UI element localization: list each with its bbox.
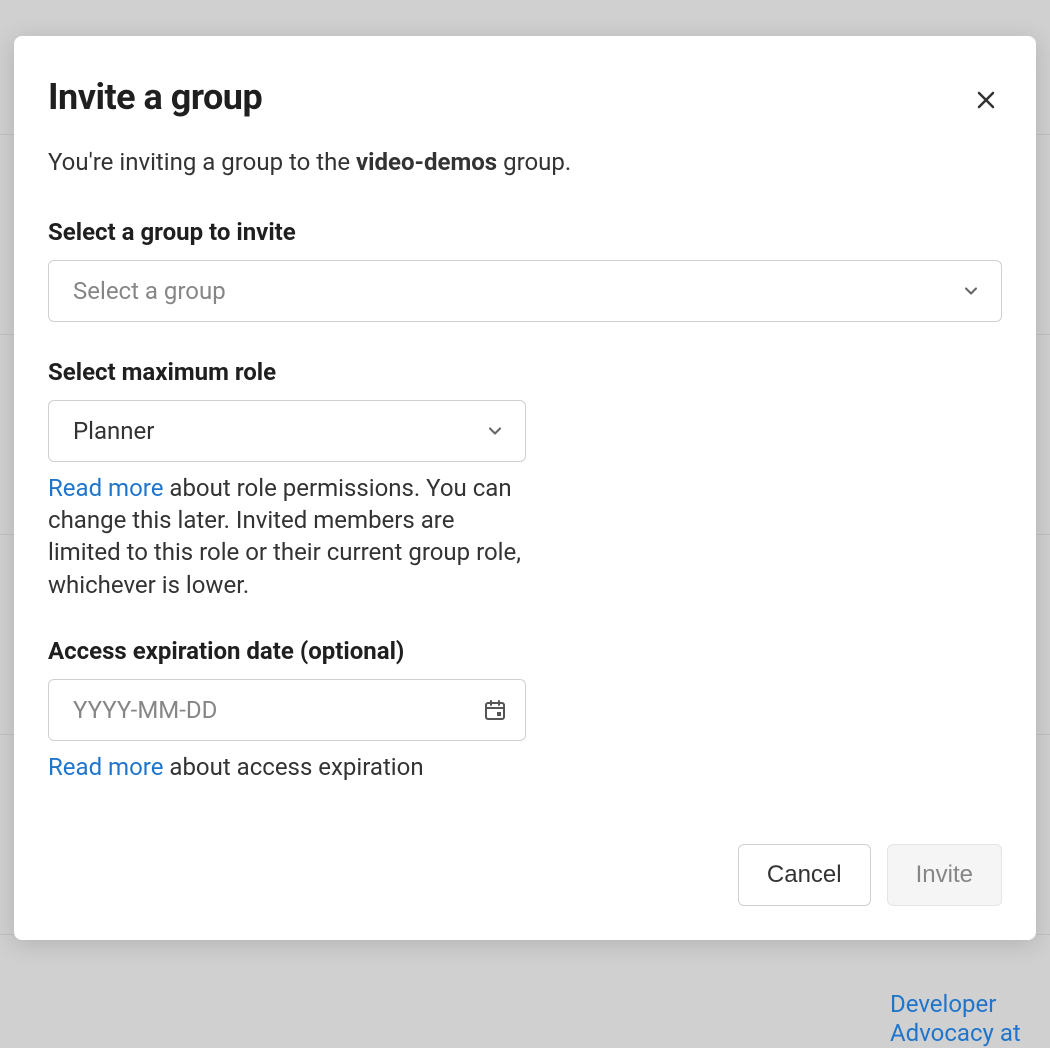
chevron-down-icon [485, 421, 505, 441]
close-button[interactable] [970, 84, 1002, 116]
group-select-field: Select a group to invite Select a group [48, 218, 1002, 322]
group-select-input[interactable]: Select a group [48, 260, 1002, 322]
expiration-placeholder: YYYY-MM-DD [73, 696, 217, 724]
role-read-more-link[interactable]: Read more [48, 474, 163, 502]
group-select-placeholder: Select a group [73, 277, 226, 305]
bg-text: Developer Advocacy at [890, 990, 1050, 1048]
role-select-value: Planner [73, 417, 154, 445]
role-select-input[interactable]: Planner [48, 400, 526, 462]
expiration-help-text: Read more about access expiration [48, 751, 1002, 783]
modal-subtitle: You're inviting a group to the video-dem… [48, 146, 1002, 180]
close-icon [974, 88, 998, 112]
expiration-label: Access expiration date (optional) [48, 637, 1002, 665]
expiration-help-text-body: about access expiration [163, 753, 423, 781]
cancel-button[interactable]: Cancel [738, 844, 871, 906]
expiration-read-more-link[interactable]: Read more [48, 753, 163, 781]
modal-header: Invite a group [48, 76, 1002, 118]
expiration-date-input[interactable]: YYYY-MM-DD [48, 679, 526, 741]
modal-footer: Cancel Invite [48, 844, 1002, 906]
role-select-label: Select maximum role [48, 358, 1002, 386]
expiration-field: Access expiration date (optional) YYYY-M… [48, 637, 1002, 783]
subtitle-group-name: video-demos [356, 148, 497, 176]
group-select-label: Select a group to invite [48, 218, 1002, 246]
modal-title: Invite a group [48, 76, 262, 118]
role-select-field: Select maximum role Planner Read more ab… [48, 358, 1002, 602]
subtitle-prefix: You're inviting a group to the [48, 148, 356, 176]
invite-group-modal: Invite a group You're inviting a group t… [14, 36, 1036, 940]
calendar-icon [483, 698, 507, 722]
invite-button[interactable]: Invite [887, 844, 1002, 906]
role-help-text: Read more about role permissions. You ca… [48, 472, 526, 602]
chevron-down-icon [961, 281, 981, 301]
subtitle-suffix: group. [497, 148, 571, 176]
